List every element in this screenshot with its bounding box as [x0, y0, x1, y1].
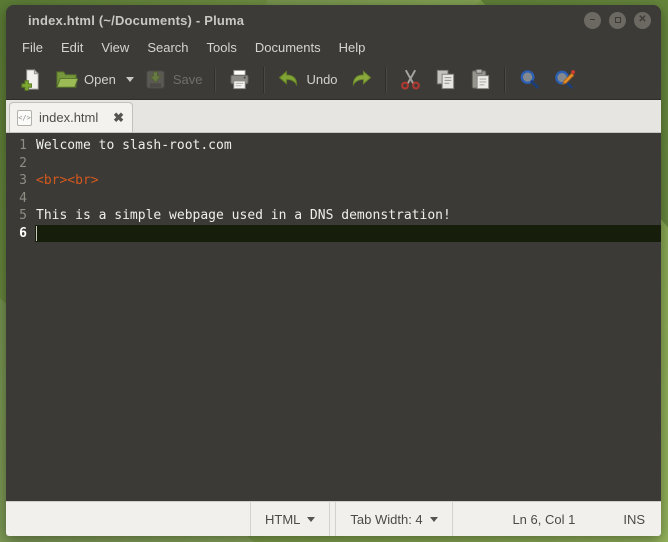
redo-button[interactable] — [344, 64, 379, 95]
copy-icon — [434, 68, 457, 91]
find-replace-button[interactable] — [547, 64, 582, 95]
save-button[interactable]: Save — [138, 64, 209, 95]
line-text — [35, 155, 661, 173]
menubar: File Edit View Search Tools Documents He… — [6, 35, 661, 60]
find-button[interactable] — [512, 64, 547, 95]
undo-icon — [277, 68, 300, 91]
search-replace-icon — [553, 68, 576, 91]
line-number: 5 — [19, 208, 27, 223]
window-controls: – ✕ — [584, 11, 651, 29]
tab-index-html[interactable]: </> index.html ✖ — [9, 102, 133, 132]
minimize-button[interactable]: – — [584, 11, 601, 29]
toolbar-separator — [503, 66, 506, 93]
menu-tools[interactable]: Tools — [198, 37, 246, 58]
line-number: 3 — [19, 173, 27, 188]
code-line: 5 This is a simple webpage used in a DNS… — [6, 207, 661, 225]
maximize-button[interactable] — [609, 11, 626, 29]
undo-label: Undo — [306, 72, 338, 87]
tab-width-label: Tab Width: 4 — [350, 511, 423, 527]
undo-button[interactable]: Undo — [271, 64, 343, 95]
open-label: Open — [84, 72, 116, 87]
paste-icon — [469, 68, 492, 91]
redo-icon — [350, 68, 373, 91]
menu-edit[interactable]: Edit — [52, 37, 92, 58]
toolbar-separator — [214, 66, 217, 93]
desktop-wallpaper: index.html (~/Documents) - Pluma – ✕ Fil… — [0, 0, 668, 542]
paste-button[interactable] — [463, 64, 498, 95]
pluma-window: index.html (~/Documents) - Pluma – ✕ Fil… — [6, 5, 661, 536]
close-button[interactable]: ✕ — [634, 11, 651, 29]
statusbar: HTML Tab Width: 4 Ln 6, Col 1 INS — [6, 501, 661, 536]
code-line: 4 — [6, 190, 661, 208]
cursor-position-label: Ln 6, Col 1 — [512, 511, 576, 527]
tab-close-icon[interactable]: ✖ — [113, 111, 124, 124]
text-editor[interactable]: 1 Welcome to slash-root.com 2 3 <br><br>… — [6, 133, 661, 501]
new-document-button[interactable] — [14, 64, 49, 95]
language-selector[interactable]: HTML — [250, 502, 331, 536]
line-number: 1 — [19, 138, 27, 153]
language-label: HTML — [265, 511, 301, 527]
save-icon — [144, 68, 167, 91]
save-label: Save — [172, 72, 203, 87]
menu-search[interactable]: Search — [138, 37, 197, 58]
print-button[interactable] — [222, 64, 257, 95]
line-text — [35, 190, 661, 208]
chevron-down-icon — [429, 516, 438, 522]
cut-icon — [399, 68, 422, 91]
window-title: index.html (~/Documents) - Pluma — [28, 12, 245, 28]
menu-file[interactable]: File — [13, 37, 52, 58]
titlebar[interactable]: index.html (~/Documents) - Pluma – ✕ — [6, 5, 661, 35]
line-text — [35, 224, 661, 242]
copy-button[interactable] — [428, 64, 463, 95]
new-document-icon — [20, 68, 43, 91]
line-text: This is a simple webpage used in a DNS d… — [36, 208, 451, 223]
line-number: 2 — [19, 155, 27, 171]
open-dropdown-icon[interactable] — [125, 77, 134, 82]
toolbar-separator — [384, 66, 387, 93]
open-button[interactable]: Open — [49, 64, 122, 95]
tab-title: index.html — [39, 110, 99, 125]
code-line: 1 Welcome to slash-root.com — [6, 137, 661, 155]
html-file-icon: </> — [17, 109, 32, 126]
tab-bar: </> index.html ✖ — [6, 100, 661, 133]
current-code-line: 6 — [6, 224, 661, 242]
line-number: 6 — [19, 225, 27, 241]
code-line: 3 <br><br> — [6, 172, 661, 190]
code-line: 2 — [6, 155, 661, 173]
search-icon — [518, 68, 541, 91]
toolbar-separator — [263, 66, 266, 93]
text-cursor — [36, 225, 37, 241]
line-text: <br><br> — [36, 173, 99, 188]
tab-width-selector[interactable]: Tab Width: 4 — [335, 502, 453, 536]
cut-button[interactable] — [393, 64, 428, 95]
menu-documents[interactable]: Documents — [246, 37, 330, 58]
print-icon — [228, 68, 251, 91]
toolbar: Open Save Undo — [6, 60, 661, 100]
insert-mode-label: INS — [623, 511, 645, 527]
line-text: Welcome to slash-root.com — [36, 138, 232, 153]
line-number: 4 — [19, 190, 27, 206]
chevron-down-icon — [307, 516, 316, 522]
menu-view[interactable]: View — [92, 37, 138, 58]
open-folder-icon — [55, 68, 78, 91]
menu-help[interactable]: Help — [330, 37, 375, 58]
